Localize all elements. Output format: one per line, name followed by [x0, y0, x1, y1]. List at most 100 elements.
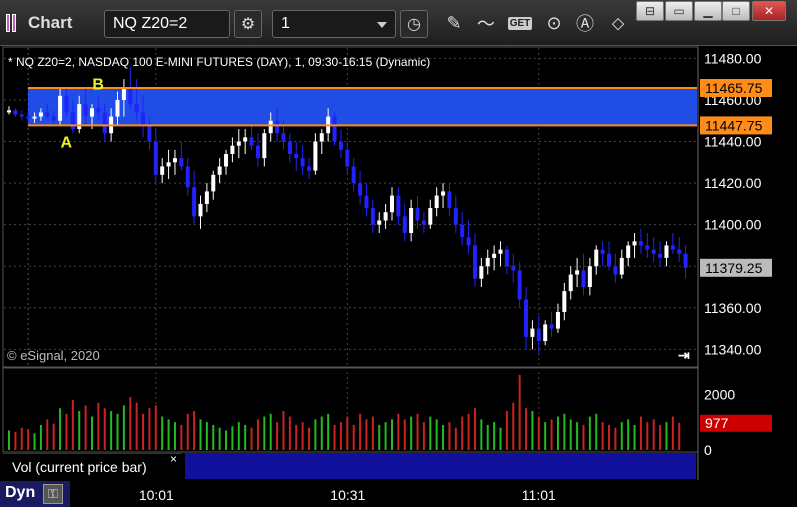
candle-body [645, 245, 650, 250]
time-axis [0, 480, 797, 507]
candle-body [141, 112, 146, 125]
candle-body [160, 166, 165, 175]
volume-panel-tab[interactable] [185, 453, 696, 479]
candle-body [415, 208, 420, 221]
volume-tick-label: 0 [704, 442, 712, 458]
candle-body [658, 253, 663, 258]
volume-panel-close-icon[interactable]: × [170, 452, 177, 466]
candle-body [543, 324, 548, 342]
candle-body [453, 208, 458, 225]
lock-icon[interactable]: ⚿ [43, 484, 63, 504]
candle-body [211, 174, 216, 192]
arrow-right-icon[interactable]: ⇥ [678, 347, 690, 364]
candle-body [38, 112, 43, 117]
candle-body [45, 112, 50, 117]
candle-body [549, 324, 554, 329]
price-tick-label: 11480.00 [704, 50, 762, 66]
candle-body [568, 274, 573, 292]
candle-body [683, 253, 688, 268]
candle-body [524, 299, 529, 337]
candle-body [332, 116, 337, 142]
candle-body [185, 166, 190, 188]
candle-body [19, 114, 24, 117]
candle-body [147, 124, 152, 142]
candle-body [447, 191, 452, 209]
candle-body [441, 191, 446, 196]
candle-body [421, 220, 426, 225]
annotation-label: A [60, 135, 72, 152]
candle-body [7, 110, 11, 113]
candle-body [51, 116, 56, 121]
candle-body [255, 145, 260, 159]
chart-header: * NQ Z20=2, NASDAQ 100 E-MINI FUTURES (D… [8, 55, 431, 69]
price-tick-label: 11420.00 [704, 175, 762, 191]
candle-body [58, 95, 63, 121]
candle-body [472, 245, 477, 279]
candle-body [115, 99, 120, 117]
price-tick-label: 11400.00 [704, 217, 762, 233]
time-tick-label: 10:01 [139, 487, 174, 503]
candle-body [607, 253, 612, 267]
candle-body [307, 166, 312, 171]
candle-body [153, 141, 158, 175]
candle-body [575, 270, 580, 275]
candle-body [632, 241, 637, 246]
candle-body [651, 249, 656, 254]
time-tick-label: 11:01 [522, 487, 556, 503]
candle-body [64, 95, 69, 113]
candle-body [192, 187, 197, 217]
candle-body [236, 141, 241, 146]
candle-body [230, 145, 235, 154]
copyright-text: © eSignal, 2020 [7, 348, 100, 363]
price-tick-label: 11340.00 [704, 341, 762, 357]
candle-body [555, 311, 560, 329]
candle-body [217, 166, 222, 175]
candle-body [166, 162, 171, 167]
candle-body [504, 249, 509, 267]
candle-body [294, 154, 299, 159]
candle-body [460, 224, 465, 238]
candle-body [198, 203, 203, 217]
time-tick-label: 10:31 [330, 487, 365, 503]
price-marker-label: 11465.75 [705, 80, 763, 96]
candle-body [402, 216, 407, 233]
candle-body [204, 191, 209, 204]
candle-body [434, 195, 439, 209]
candle-body [485, 257, 490, 267]
candle-body [262, 133, 267, 159]
candle-body [587, 266, 592, 288]
candle-body [530, 328, 535, 337]
candle-body [370, 208, 375, 225]
volume-last-label: 977 [705, 415, 729, 431]
candle-body [26, 116, 31, 119]
candle-body [409, 208, 414, 233]
candle-body [536, 328, 541, 342]
candle-body [479, 266, 484, 279]
candle-body [121, 87, 126, 100]
candle-body [619, 257, 624, 275]
candle-body [613, 266, 618, 275]
price-chart[interactable]: 11340.0011360.0011380.0011400.0011420.00… [0, 0, 797, 507]
candle-body [377, 220, 382, 225]
candle-body [600, 249, 605, 254]
last-price-label: 11379.25 [705, 260, 763, 276]
candle-body [345, 149, 350, 167]
candle-body [389, 195, 394, 213]
candle-body [517, 270, 522, 300]
candle-body [300, 158, 305, 167]
volume-panel [2, 367, 699, 453]
candle-body [268, 120, 273, 134]
candle-body [338, 141, 343, 150]
candle-body [466, 237, 471, 246]
candle-body [677, 249, 682, 254]
candle-body [32, 116, 37, 119]
candle-body [70, 112, 75, 130]
candle-body [83, 104, 88, 117]
candle-body [134, 104, 139, 113]
candle-body [128, 87, 133, 105]
candle-body [626, 245, 631, 258]
candle-body [383, 212, 388, 221]
candle-body [428, 208, 433, 225]
candle-body [364, 195, 369, 209]
volume-panel-label[interactable]: Vol (current price bar) [3, 453, 182, 479]
